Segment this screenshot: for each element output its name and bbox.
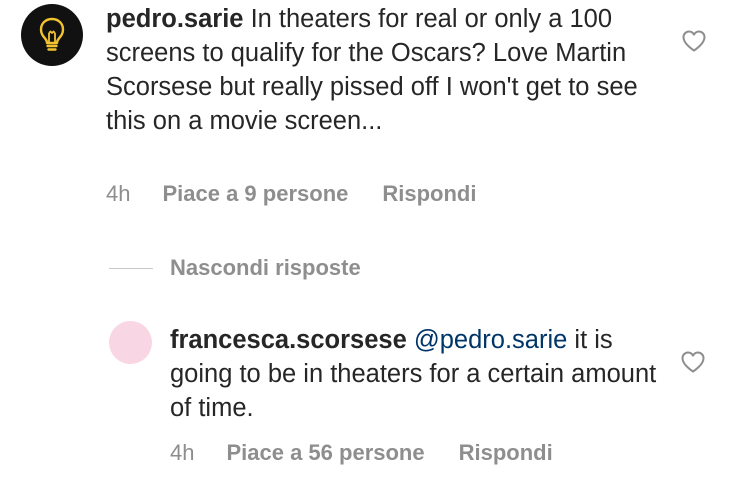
like-heart-icon[interactable] <box>681 29 707 53</box>
hide-replies-label: Nascondi risposte <box>170 255 361 280</box>
comment-meta: 4h Piace a 9 persone Rispondi <box>106 181 476 207</box>
avatar-pedro-sarie[interactable] <box>21 4 83 66</box>
reply-username[interactable]: francesca.scorsese <box>170 326 407 354</box>
reply-reply-button[interactable]: Rispondi <box>459 440 553 466</box>
comment-likes-link[interactable]: Piace a 9 persone <box>162 181 348 207</box>
divider-line <box>109 267 153 269</box>
comment-body: pedro.sarie In theaters for real or only… <box>106 2 646 138</box>
comment-username[interactable]: pedro.sarie <box>106 5 243 33</box>
avatar-francesca-scorsese[interactable] <box>109 321 152 364</box>
lightbulb-icon <box>39 17 65 51</box>
hide-replies-toggle[interactable]: Nascondi risposte <box>109 255 361 281</box>
reply-timestamp[interactable]: 4h <box>170 440 194 466</box>
reply-like-heart-icon[interactable] <box>680 350 706 374</box>
reply-mention[interactable]: @pedro.sarie <box>414 326 567 354</box>
comment-reply-button[interactable]: Rispondi <box>382 181 476 207</box>
reply-meta: 4h Piace a 56 persone Rispondi <box>170 440 553 466</box>
comment-timestamp[interactable]: 4h <box>106 181 130 207</box>
reply-body: francesca.scorsese @pedro.sarie it is go… <box>170 323 660 425</box>
reply-likes-link[interactable]: Piace a 56 persone <box>226 440 424 466</box>
